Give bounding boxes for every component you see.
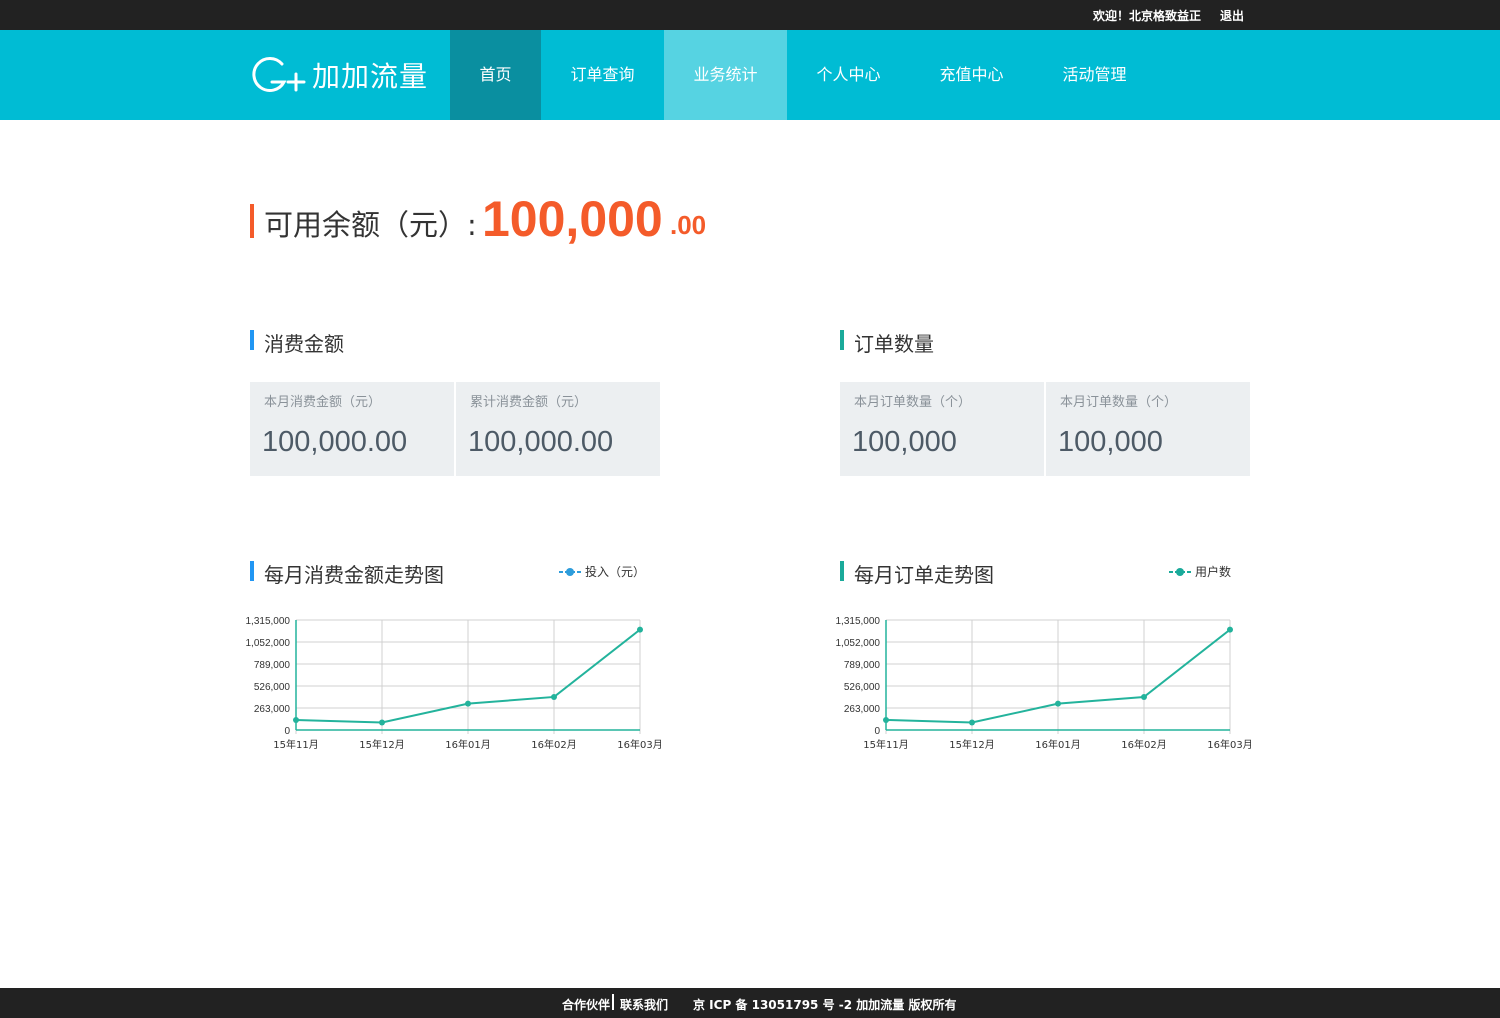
nav-order-query[interactable]: 订单查询 <box>541 30 664 120</box>
data-point <box>883 716 889 723</box>
nav-recharge-center[interactable]: 充值中心 <box>910 30 1033 120</box>
chart-svg: 0 263,000 526,000 789,000 1,052,000 1,315,000… <box>836 616 1253 751</box>
data-point <box>465 700 471 707</box>
y-tick-label: 263,000 <box>254 704 291 715</box>
legend-label: 投入（元） <box>585 565 646 579</box>
legend-line-marker-icon <box>559 567 581 576</box>
x-tick-label: 16年03月 <box>1207 738 1252 751</box>
x-tick-label: 15年11月 <box>863 738 908 751</box>
chart-svg: 0 263,000 526,000 789,000 1,052,000 1,315,000… <box>246 616 663 751</box>
legend-line-marker-icon <box>1169 567 1191 576</box>
section-title-text: 订单数量 <box>854 332 934 356</box>
nav-personal-center[interactable]: 个人中心 <box>787 30 910 120</box>
nav-activity-management[interactable]: 活动管理 <box>1033 30 1156 120</box>
section-title-text: 每月订单走势图 <box>854 563 994 587</box>
x-tick-label: 16年01月 <box>445 738 490 751</box>
chart-legend[interactable]: 用户数 <box>1169 563 1231 580</box>
data-point <box>379 719 385 726</box>
section-marker <box>250 330 254 350</box>
orders-trend-chart: 0 263,000 526,000 789,000 1,052,000 1,315,000… <box>830 612 1253 762</box>
y-tick-label: 789,000 <box>254 660 291 671</box>
stat-card-monthly-consumption: 本月消费金额（元） 100,000.00 <box>250 382 454 476</box>
stat-card-value: 100,000 <box>852 426 957 458</box>
x-tick-label: 16年02月 <box>531 738 576 751</box>
footer-divider <box>612 994 614 1010</box>
y-tick-label: 1,315,000 <box>246 616 291 627</box>
x-tick-label: 16年01月 <box>1035 738 1080 751</box>
stat-card-monthly-orders: 本月订单数量（个） 100,000 <box>840 382 1044 476</box>
top-bar: 欢迎！北京格致益正 退出 <box>0 0 1500 30</box>
section-marker <box>840 330 844 350</box>
footer-contact-link[interactable]: 联系我们 <box>620 996 668 1013</box>
section-title-text: 每月消费金额走势图 <box>264 563 444 587</box>
data-point <box>1055 700 1061 707</box>
stat-card-orders-2: 本月订单数量（个） 100,000 <box>1046 382 1250 476</box>
welcome-text: 欢迎！北京格致益正 <box>1093 9 1202 23</box>
balance-title-marker <box>250 204 254 238</box>
main-nav: 加加流量 首页 订单查询 业务统计 个人中心 充值中心 活动管理 <box>0 30 1500 120</box>
footer-partners-link[interactable]: 合作伙伴 <box>562 996 610 1013</box>
y-tick-label: 0 <box>284 726 290 737</box>
legend-label: 用户数 <box>1195 565 1232 579</box>
section-marker <box>250 561 254 581</box>
stat-card-label: 本月消费金额（元） <box>264 395 382 410</box>
data-point <box>551 693 557 700</box>
x-tick-label: 16年03月 <box>617 738 662 751</box>
y-tick-label: 1,052,000 <box>836 638 881 649</box>
y-tick-label: 1,052,000 <box>246 638 291 649</box>
chart-legend[interactable]: 投入（元） <box>559 563 645 580</box>
logo-g-plus-icon <box>252 56 306 92</box>
x-tick-label: 15年12月 <box>949 738 994 751</box>
stat-card-label: 累计消费金额（元） <box>470 395 588 410</box>
balance-amount: 100,000 <box>482 191 663 247</box>
y-tick-label: 526,000 <box>254 682 291 693</box>
y-tick-label: 263,000 <box>844 704 881 715</box>
consumption-trend-chart: 0 263,000 526,000 789,000 1,052,000 1,315,000… <box>240 612 663 762</box>
stat-card-total-consumption: 累计消费金额（元） 100,000.00 <box>456 382 660 476</box>
x-tick-label: 15年12月 <box>359 738 404 751</box>
data-point <box>293 716 299 723</box>
data-point <box>1141 693 1147 700</box>
logo-text: 加加流量 <box>312 60 429 93</box>
nav-business-stats[interactable]: 业务统计 <box>664 30 787 120</box>
data-point <box>1227 626 1233 633</box>
y-tick-label: 526,000 <box>844 682 881 693</box>
x-tick-label: 16年02月 <box>1121 738 1166 751</box>
logo[interactable]: 加加流量 <box>248 52 428 98</box>
footer: 合作伙伴 联系我们 京 ICP 备 13051795 号 -2 加加流量 版权所… <box>0 988 1500 1018</box>
y-tick-label: 0 <box>874 726 880 737</box>
stat-card-value: 100,000.00 <box>468 426 614 458</box>
stat-card-value: 100,000 <box>1058 426 1163 458</box>
balance-label: 可用余额（元）: <box>264 208 477 242</box>
data-point <box>969 719 975 726</box>
stat-card-value: 100,000.00 <box>262 426 408 458</box>
logout-link[interactable]: 退出 <box>1220 7 1244 24</box>
y-tick-label: 789,000 <box>844 660 881 671</box>
nav-home[interactable]: 首页 <box>450 30 541 120</box>
section-marker <box>840 561 844 581</box>
footer-icp-text: 京 ICP 备 13051795 号 -2 加加流量 版权所有 <box>693 998 957 1012</box>
data-point <box>637 626 643 633</box>
x-tick-label: 15年11月 <box>273 738 318 751</box>
section-title-text: 消费金额 <box>264 332 344 356</box>
balance-decimal: .00 <box>670 210 707 240</box>
stat-card-label: 本月订单数量（个） <box>1060 395 1178 410</box>
y-tick-label: 1,315,000 <box>836 616 881 627</box>
stat-card-label: 本月订单数量（个） <box>854 395 972 410</box>
